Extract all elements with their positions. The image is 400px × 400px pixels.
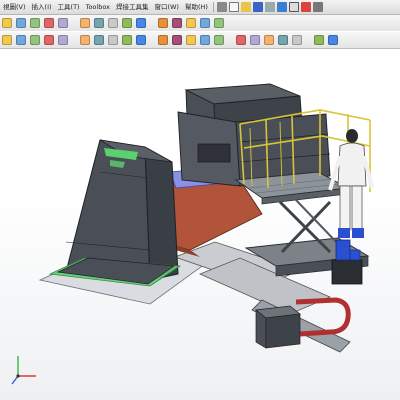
zoom-fit-icon[interactable] bbox=[200, 35, 210, 45]
hydraulic-unit bbox=[331, 239, 363, 285]
menu-weld-tools[interactable]: 焊接工具集 bbox=[113, 0, 152, 14]
tilting-table-frame bbox=[177, 83, 331, 187]
smart-fastener-icon[interactable] bbox=[58, 35, 68, 45]
menu-view[interactable]: 視圖(V) bbox=[0, 0, 29, 14]
undo-icon[interactable] bbox=[276, 2, 287, 12]
insert-component-icon[interactable] bbox=[16, 35, 26, 45]
reference-geometry-icon[interactable] bbox=[122, 35, 132, 45]
line-icon[interactable] bbox=[16, 18, 26, 28]
bill-of-materials-icon[interactable] bbox=[158, 35, 168, 45]
dimension-icon[interactable] bbox=[200, 18, 210, 28]
menu-tools[interactable]: 工具(T) bbox=[55, 0, 83, 14]
assembly-toolbar bbox=[0, 32, 400, 49]
pin-icon[interactable] bbox=[216, 2, 227, 12]
scene-icon[interactable] bbox=[314, 35, 324, 45]
hide-show-icon[interactable] bbox=[278, 35, 288, 45]
assembly-features-icon[interactable] bbox=[108, 35, 118, 45]
sketch-toolbar bbox=[0, 15, 400, 31]
view-orientation-icon[interactable] bbox=[250, 35, 260, 45]
move-icon[interactable] bbox=[186, 18, 196, 28]
menu-help[interactable]: 幫助(H) bbox=[182, 0, 211, 14]
step-stool bbox=[255, 305, 301, 349]
sketch-icon[interactable] bbox=[2, 18, 12, 28]
menu-toolbox[interactable]: Toolbox bbox=[83, 0, 113, 14]
menu-insert[interactable]: 插入(I) bbox=[29, 0, 55, 14]
assembly-icon[interactable] bbox=[2, 35, 12, 45]
rectangle-icon[interactable] bbox=[30, 18, 40, 28]
menu-window[interactable]: 窗口(W) bbox=[151, 0, 182, 14]
menu-separator bbox=[212, 2, 214, 12]
trim-icon[interactable] bbox=[122, 18, 132, 28]
save-icon[interactable] bbox=[252, 2, 263, 12]
mirror-icon[interactable] bbox=[108, 18, 118, 28]
select-icon[interactable] bbox=[288, 2, 299, 12]
graphics-viewport[interactable] bbox=[0, 52, 400, 400]
new-motion-icon[interactable] bbox=[136, 35, 146, 45]
zoom-area-icon[interactable] bbox=[214, 35, 224, 45]
pattern-icon[interactable] bbox=[172, 18, 182, 28]
circle-icon[interactable] bbox=[44, 18, 54, 28]
headstock-tower bbox=[48, 139, 182, 287]
show-hidden-icon[interactable] bbox=[94, 35, 104, 45]
display-style-icon[interactable] bbox=[264, 35, 274, 45]
move-component-icon[interactable] bbox=[80, 35, 90, 45]
section-view-icon[interactable] bbox=[236, 35, 246, 45]
linear-pattern-icon[interactable] bbox=[44, 35, 54, 45]
open-icon[interactable] bbox=[240, 2, 251, 12]
rebuild-icon[interactable] bbox=[300, 2, 311, 12]
interference-icon[interactable] bbox=[186, 35, 196, 45]
exploded-view-icon[interactable] bbox=[172, 35, 182, 45]
convert-icon[interactable] bbox=[136, 18, 146, 28]
menu-bar: 視圖(V) 插入(I) 工具(T) Toolbox 焊接工具集 窗口(W) 幫助… bbox=[0, 0, 400, 15]
appearance-icon[interactable] bbox=[292, 35, 302, 45]
view-settings-icon[interactable] bbox=[328, 35, 338, 45]
offset-icon[interactable] bbox=[158, 18, 168, 28]
print-icon[interactable] bbox=[264, 2, 275, 12]
point-icon[interactable] bbox=[94, 18, 104, 28]
new-doc-icon[interactable] bbox=[228, 2, 239, 12]
relation-icon[interactable] bbox=[214, 18, 224, 28]
spline-icon[interactable] bbox=[80, 18, 90, 28]
welding-positioner-model bbox=[11, 83, 374, 385]
coordinate-triad bbox=[11, 356, 36, 385]
arc-icon[interactable] bbox=[58, 18, 68, 28]
options-icon[interactable] bbox=[312, 2, 323, 12]
mate-icon[interactable] bbox=[30, 35, 40, 45]
